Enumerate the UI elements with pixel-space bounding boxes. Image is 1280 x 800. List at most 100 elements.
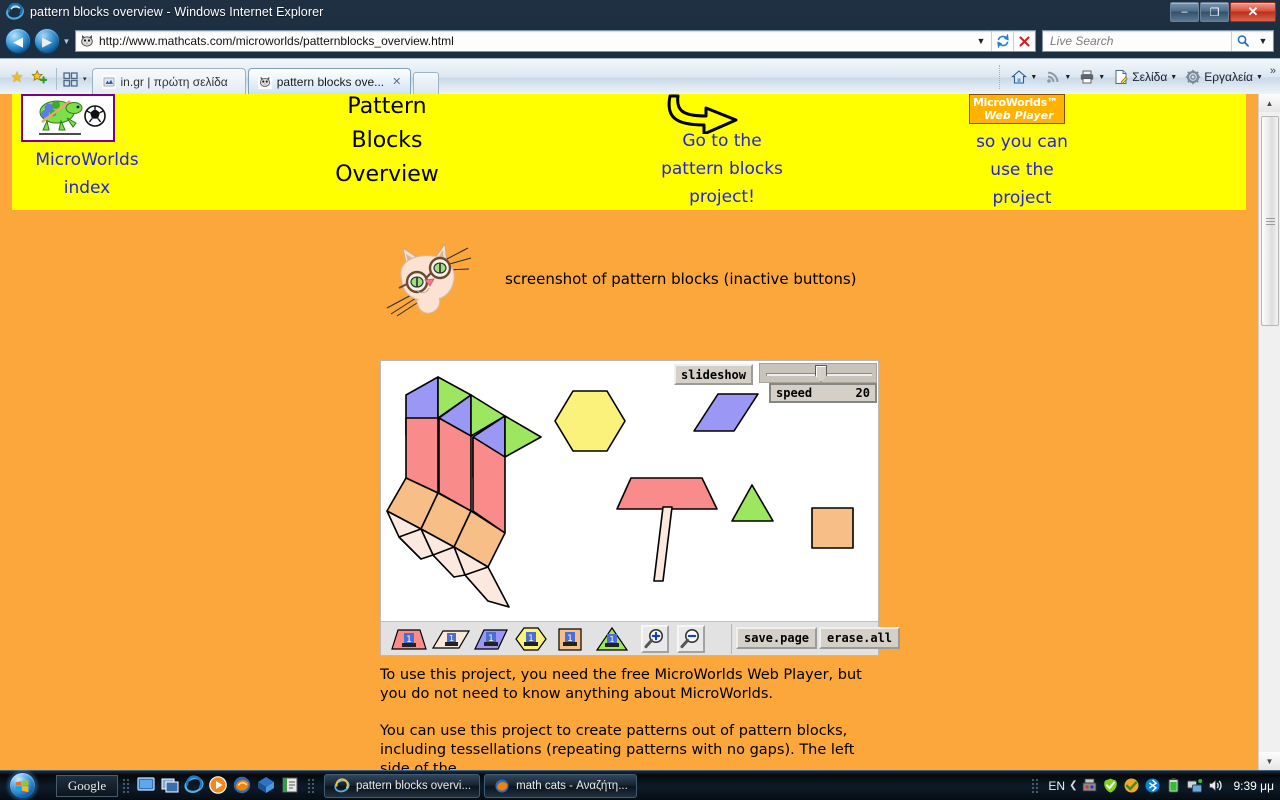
- feeds-button[interactable]: ▼: [1042, 69, 1074, 85]
- history-dropdown-icon[interactable]: ▼: [60, 28, 73, 54]
- triangle-stamp-tool[interactable]: 1: [595, 626, 633, 652]
- new-tab-button[interactable]: [413, 72, 440, 94]
- battery-icon[interactable]: [1165, 777, 1182, 794]
- taskbar-item-label: math cats - Αναζήτη...: [516, 779, 628, 792]
- speed-slider[interactable]: [759, 363, 877, 383]
- page-dropdown-icon[interactable]: ▼: [1170, 74, 1177, 81]
- microworlds-web-player-logo[interactable]: MicroWorlds™ Web Player: [969, 94, 1065, 124]
- search-box[interactable]: Live Search ▼: [1042, 30, 1274, 52]
- scrollbar-thumb[interactable]: [1261, 116, 1279, 326]
- paragraph-1: To use this project, you need the free M…: [380, 667, 862, 702]
- feeds-dropdown-icon[interactable]: ▼: [1064, 74, 1071, 81]
- start-button[interactable]: [2, 772, 42, 800]
- home-button[interactable]: ▼: [1008, 69, 1040, 85]
- scroll-up-button[interactable]: ▲: [1259, 94, 1280, 112]
- vertical-scrollbar[interactable]: ▲ ▼: [1258, 94, 1280, 770]
- screenshot-caption: screenshot of pattern blocks (inactive b…: [505, 270, 857, 288]
- internet-explorer-launch-icon[interactable]: [184, 774, 206, 797]
- search-dropdown-icon[interactable]: ▼: [1253, 31, 1273, 51]
- taskbar-clock[interactable]: 9:39 μμ: [1233, 779, 1274, 793]
- soyoucan-line1: so you can: [976, 132, 1068, 152]
- antivirus-shield-icon[interactable]: [1102, 777, 1119, 794]
- microworlds-index-link[interactable]: MicroWorlds index: [12, 146, 162, 202]
- bluetooth-icon[interactable]: [1144, 777, 1161, 794]
- tab-pattern-blocks[interactable]: pattern blocks ove... ✕: [247, 68, 412, 94]
- print-dropdown-icon[interactable]: ▼: [1098, 74, 1105, 81]
- address-bar[interactable]: http://www.mathcats.com/microworlds/patt…: [75, 30, 1036, 52]
- windows-app-icon[interactable]: [256, 775, 278, 797]
- back-button[interactable]: ◀: [5, 28, 31, 54]
- home-dropdown-icon[interactable]: ▼: [1030, 74, 1037, 81]
- firefox-launch-icon[interactable]: [232, 775, 254, 797]
- zoom-out-button[interactable]: [677, 624, 705, 653]
- thin-rhombus-stamp-tool[interactable]: 1: [431, 626, 471, 652]
- favorites-star-icon[interactable]: ★: [6, 64, 28, 90]
- window-controls: – ❐ ✕: [1170, 2, 1276, 22]
- tools-menu-button[interactable]: Εργαλεία ▼: [1182, 69, 1266, 85]
- slideshow-button[interactable]: slideshow: [674, 364, 753, 385]
- tools-dropdown-icon[interactable]: ▼: [1256, 74, 1263, 81]
- shape-stamp-tools: 1 1 1 1 1 1: [381, 624, 705, 653]
- soyoucan-line2: use the: [990, 160, 1054, 180]
- tab-list-dropdown-icon[interactable]: ▾: [83, 75, 87, 83]
- rhombus-stamp-tool[interactable]: 1: [472, 626, 510, 652]
- taskbar-item-label: pattern blocks overvi...: [356, 779, 472, 792]
- close-button[interactable]: ✕: [1230, 2, 1276, 22]
- minimize-button[interactable]: –: [1170, 2, 1199, 22]
- search-input[interactable]: Live Search: [1043, 34, 1231, 48]
- rss-feed-icon: [1045, 69, 1061, 85]
- document-app-icon[interactable]: [280, 775, 302, 797]
- taskbar-item-pattern-blocks[interactable]: pattern blocks overvi...: [324, 773, 481, 798]
- command-overflow-icon[interactable]: »: [1270, 65, 1276, 77]
- internet-explorer-icon: [6, 2, 24, 21]
- paragraph-2: You can use this project to create patte…: [380, 723, 855, 770]
- scroll-down-button[interactable]: ▼: [1259, 752, 1280, 770]
- page-title: Pattern Blocks Overview: [262, 94, 512, 192]
- toolbar-grip-1[interactable]: [123, 777, 130, 795]
- google-search-box[interactable]: Google: [56, 774, 118, 797]
- maximize-button[interactable]: ❐: [1200, 2, 1229, 22]
- trapezoid-stamp-tool[interactable]: 1: [390, 626, 428, 652]
- add-favorite-icon[interactable]: [28, 64, 50, 90]
- taskbar-item-math-cats[interactable]: math cats - Αναζήτη...: [484, 773, 637, 798]
- microworlds-turtle-image[interactable]: [21, 94, 115, 142]
- stop-icon[interactable]: [1013, 31, 1035, 51]
- tab-bar: ★ ▾ in.gr | πρώτη σελίδα pattern blocks …: [0, 58, 1280, 94]
- zoom-in-button[interactable]: [641, 624, 669, 653]
- window-title: pattern blocks overview - Windows Intern…: [30, 5, 324, 19]
- update-check-icon[interactable]: [1123, 777, 1140, 794]
- tab-close-icon[interactable]: ✕: [392, 75, 401, 88]
- show-desktop-icon[interactable]: [136, 775, 158, 797]
- media-player-icon[interactable]: [208, 775, 230, 797]
- switch-windows-icon[interactable]: [160, 775, 182, 797]
- erase-all-button[interactable]: erase.all: [819, 627, 901, 649]
- utility-tray-icon[interactable]: [1081, 777, 1098, 794]
- save-page-button[interactable]: save.page: [736, 627, 818, 649]
- window-titlebar: pattern blocks overview - Windows Intern…: [0, 0, 1280, 24]
- search-icon[interactable]: [1231, 31, 1253, 51]
- square-stamp-tool[interactable]: 1: [554, 626, 592, 652]
- forward-button[interactable]: ▶: [34, 28, 60, 54]
- tray-expand-icon[interactable]: ❮: [1069, 780, 1077, 791]
- print-button[interactable]: ▼: [1076, 69, 1108, 85]
- tab-ingr[interactable]: in.gr | πρώτη σελίδα: [91, 68, 246, 94]
- toolbar-grip-2[interactable]: [308, 777, 315, 795]
- address-bar-url: http://www.mathcats.com/microworlds/patt…: [99, 34, 454, 48]
- page-banner: MicroWorlds index Pattern Blocks Overvie…: [12, 94, 1246, 210]
- address-dropdown-icon[interactable]: ▼: [971, 31, 991, 51]
- speed-readout[interactable]: speed 20: [769, 383, 877, 403]
- goto-line1: Go to the: [682, 131, 762, 151]
- slider-thumb[interactable]: [815, 365, 827, 382]
- goto-line2: pattern blocks: [661, 159, 783, 179]
- tray-grip[interactable]: [1032, 777, 1039, 795]
- network-icon[interactable]: [1186, 777, 1203, 794]
- goto-project-link[interactable]: Go to the pattern blocks project!: [622, 127, 822, 211]
- language-indicator[interactable]: EN: [1048, 779, 1065, 793]
- firefox-icon: [494, 778, 510, 794]
- volume-icon[interactable]: [1207, 777, 1224, 794]
- refresh-icon[interactable]: [991, 31, 1013, 51]
- hexagon-stamp-tool[interactable]: 1: [513, 626, 551, 652]
- page-menu-button[interactable]: Σελίδα ▼: [1110, 69, 1180, 85]
- quick-tabs-icon[interactable]: [63, 71, 78, 87]
- quick-tabs-group[interactable]: ▾: [56, 68, 90, 90]
